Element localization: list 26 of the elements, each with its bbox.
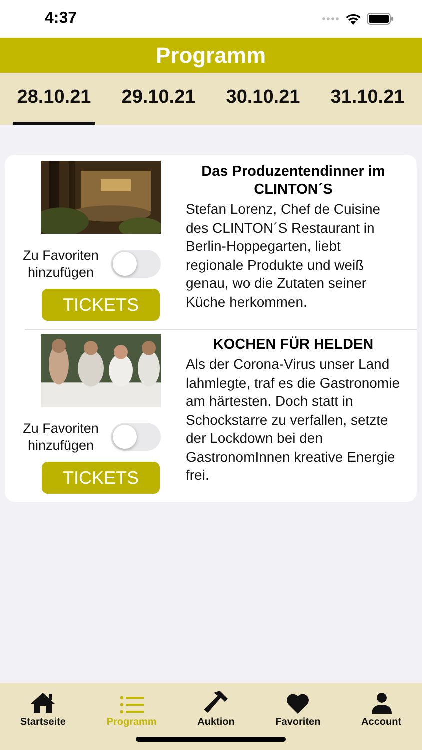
hammer-icon (203, 690, 230, 714)
date-tab[interactable]: 31.10.21 (326, 73, 409, 125)
date-tab[interactable]: 30.10.21 (222, 73, 304, 125)
person-icon (370, 692, 393, 714)
status-time: 4:37 (45, 10, 78, 28)
favorite-toggle[interactable] (111, 423, 161, 451)
page-title: Programm (156, 42, 266, 68)
heart-icon (286, 693, 310, 714)
house-icon (30, 692, 56, 714)
event-title: Das Produzentendinner im CLINTON´S (200, 163, 386, 199)
list-icon (120, 696, 144, 714)
battery-icon (367, 13, 394, 25)
event-title: KOCHEN FÜR HELDEN (212, 336, 375, 354)
favorite-label: Zu Favoriten hinzufügen (22, 420, 100, 454)
favorite-toggle[interactable] (111, 250, 161, 278)
tab-bar-item[interactable]: Account (358, 686, 406, 728)
signal-icon (322, 17, 340, 21)
favorite-label: Zu Favoriten hinzufügen (22, 247, 100, 281)
event-description: Stefan Lorenz, Chef de Cuisine des CLINTON´S Restaurant in Berlin-Hoppegarten, liebt regionale Produkte und weiß genau, wo die Zutaten seiner Küche herkommen. (186, 200, 382, 311)
tab-bar-item[interactable]: Startseite (16, 686, 70, 728)
wifi-icon (345, 13, 362, 25)
date-tab[interactable]: 29.10.21 (118, 73, 200, 125)
event-description: Als der Corona-Virus unser Land lahmlegte, traf es die Gastronomie am härtesten. Doch statt in Schockstarre zu verfallen, setzte der Lockdown bei den GastronomInnen kreative Energie frei. (186, 355, 401, 484)
date-tab[interactable]: 28.10.21 (13, 73, 96, 125)
tab-bar-item[interactable]: Favoriten (272, 686, 325, 728)
tab-bar-item[interactable]: Auktion (194, 686, 239, 728)
